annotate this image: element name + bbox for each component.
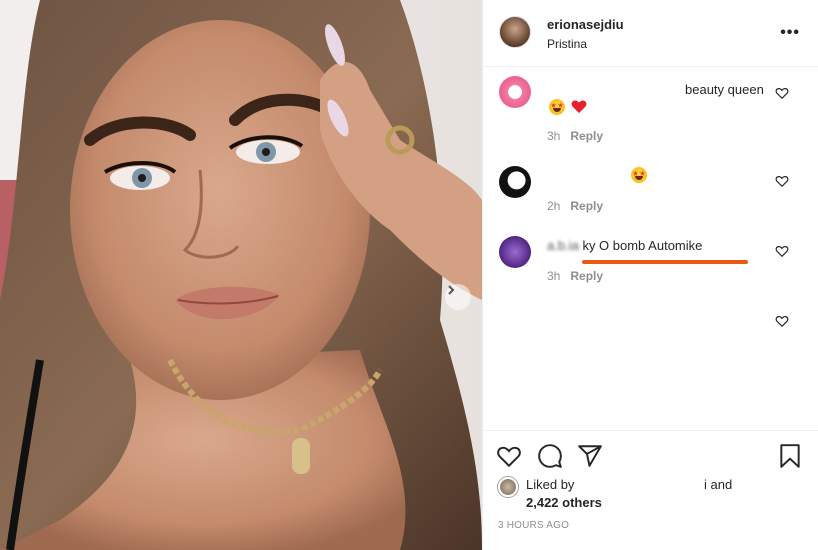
star-struck-emoji-icon (631, 166, 647, 183)
author-avatar[interactable] (499, 16, 531, 48)
star-struck-emoji-icon (549, 98, 565, 115)
others-count-link[interactable]: 2,422 others (526, 495, 602, 510)
commenter-avatar[interactable] (499, 166, 531, 198)
post-actions: Liked by i and 2,422 others 3 HOURS AGO (482, 430, 818, 550)
comment-item: beauty queen 3h Reply (499, 76, 799, 146)
chevron-right-icon (448, 285, 455, 295)
comment-text: beauty queen (685, 82, 764, 97)
more-icon[interactable]: ••• (780, 24, 800, 42)
like-comment-heart-icon[interactable] (775, 174, 789, 188)
commenter-avatar[interactable] (499, 76, 531, 108)
comment-icon[interactable] (537, 443, 563, 469)
comment-text-line: a.b.ia ky O bomb Automike (547, 238, 702, 253)
comment-item: a.b.ia ky O bomb Automike 3h Reply (499, 236, 799, 292)
next-photo-button[interactable] (445, 284, 471, 310)
liker-avatar[interactable] (498, 477, 518, 497)
share-icon[interactable] (577, 443, 603, 469)
comment-meta: 3h Reply (547, 129, 603, 143)
annotation-underline (582, 260, 748, 264)
commenter-avatar[interactable] (499, 236, 531, 268)
post-time-ago[interactable]: 3 HOURS AGO (498, 520, 569, 531)
comment-time: 3h (547, 129, 561, 143)
post-header: erionasejdiu Pristina ••• (483, 0, 818, 67)
reply-button[interactable]: Reply (570, 269, 603, 283)
comment-time: 2h (547, 199, 561, 213)
comment-emojis (631, 166, 647, 183)
comment-text: ky O bomb Automike (582, 238, 703, 253)
like-comment-heart-icon[interactable] (775, 86, 789, 100)
heart-icon[interactable] (496, 443, 522, 469)
reply-button[interactable]: Reply (570, 199, 603, 213)
comment-item: 2h Reply (499, 166, 799, 222)
reply-button[interactable]: Reply (570, 129, 603, 143)
post-photo (0, 0, 482, 550)
red-heart-emoji-icon (571, 100, 587, 113)
post-location[interactable]: Pristina (547, 37, 587, 51)
comment-meta: 3h Reply (547, 269, 603, 283)
liked-by-label: Liked by (526, 477, 575, 492)
comment-time: 3h (547, 269, 561, 283)
liked-and-label: i and (704, 477, 733, 492)
blurred-username: a.b.ia (547, 238, 579, 253)
comment-emojis (549, 98, 587, 115)
like-comment-heart-icon[interactable] (775, 244, 789, 258)
portrait-illustration (0, 0, 482, 550)
comment-meta: 2h Reply (547, 199, 603, 213)
like-comment-heart-icon[interactable] (775, 314, 789, 328)
author-username[interactable]: erionasejdiu (547, 17, 624, 32)
bookmark-icon[interactable] (777, 443, 803, 469)
